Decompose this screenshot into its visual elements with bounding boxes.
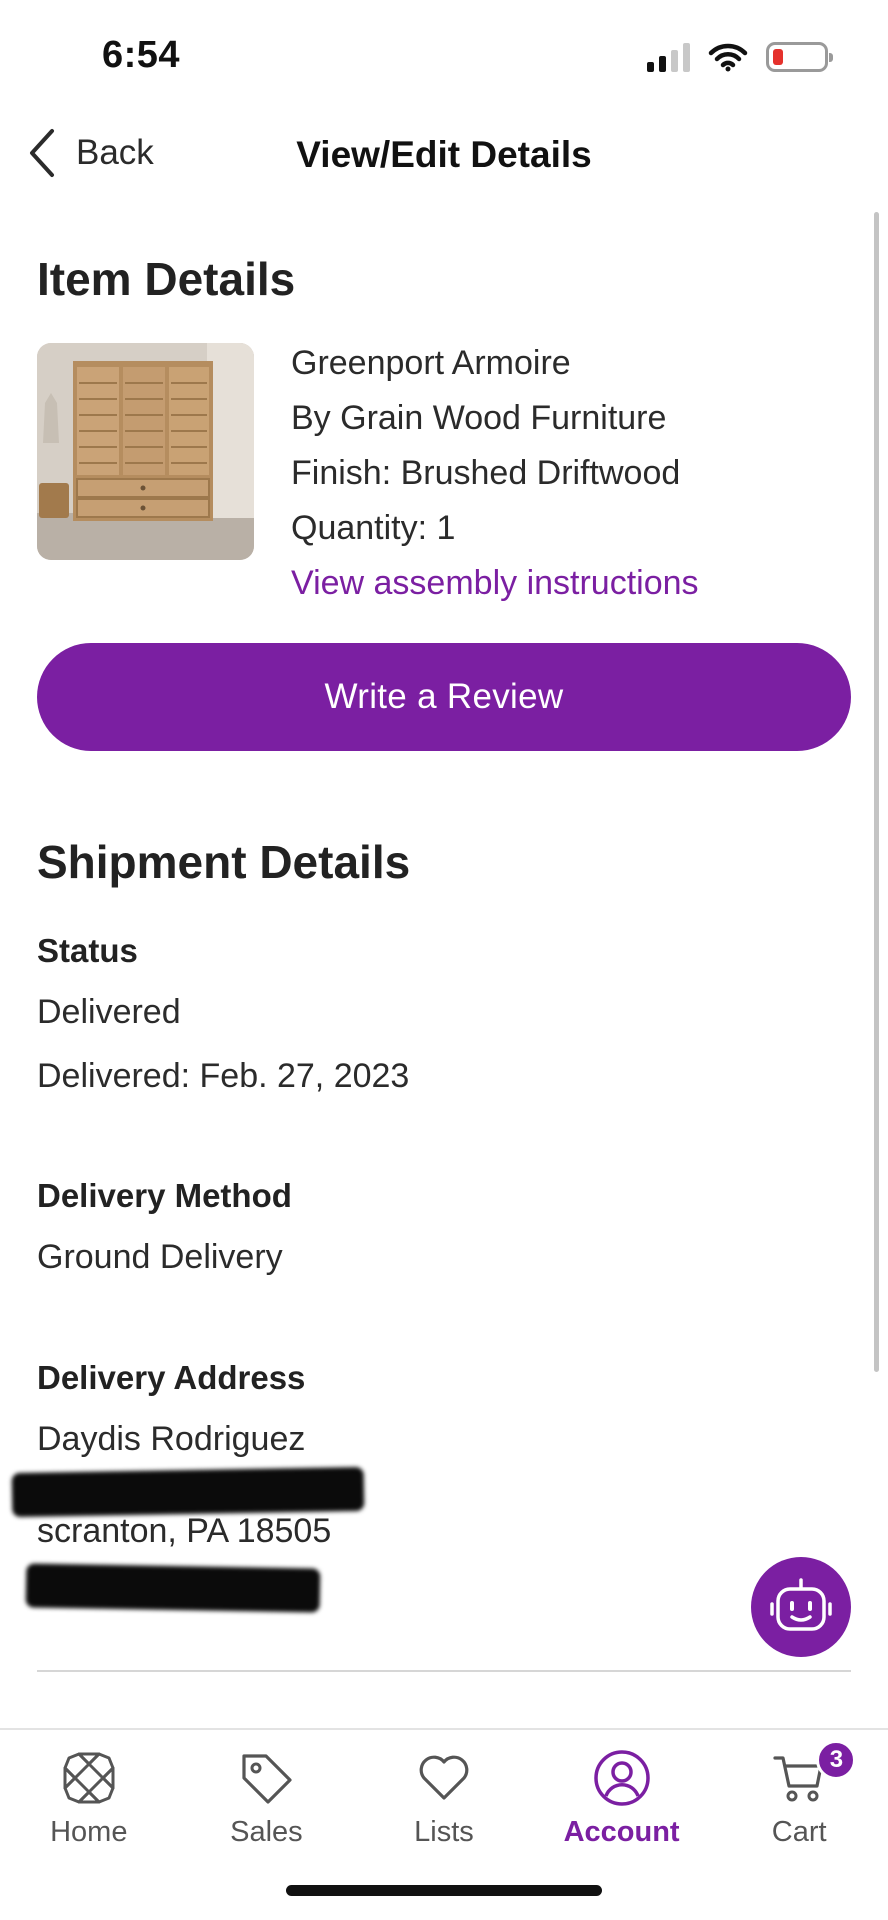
status-value: Delivered <box>37 993 181 1031</box>
status-bar: 6:54 <box>0 0 888 118</box>
scrollbar[interactable] <box>874 212 879 1372</box>
tab-cart[interactable]: 3 Cart <box>710 1730 888 1878</box>
tab-bar: Home Sales Lists Account 3 Cart <box>0 1728 888 1878</box>
content-divider <box>37 1670 851 1672</box>
assembly-instructions-link[interactable]: View assembly instructions <box>291 560 699 606</box>
item-info: Greenport Armoire By Grain Wood Furnitur… <box>291 340 699 606</box>
tab-lists[interactable]: Lists <box>355 1730 533 1878</box>
delivery-method-label: Delivery Method <box>37 1177 292 1214</box>
status-time: 6:54 <box>102 34 181 76</box>
page-title: View/Edit Details <box>296 134 592 175</box>
account-icon <box>593 1750 650 1806</box>
delivered-date: Delivered: Feb. 27, 2023 <box>37 1057 410 1095</box>
battery-icon <box>766 42 833 72</box>
write-review-button[interactable]: Write a Review <box>37 643 851 751</box>
wifi-icon <box>708 43 748 72</box>
tab-sales[interactable]: Sales <box>178 1730 356 1878</box>
redacted-phone <box>25 1563 321 1613</box>
home-icon <box>63 1752 115 1804</box>
product-brand: By Grain Wood Furniture <box>291 399 667 437</box>
tag-icon <box>242 1754 292 1804</box>
tab-sales-label: Sales <box>230 1816 303 1848</box>
delivery-method-value: Ground Delivery <box>37 1238 283 1276</box>
tab-lists-label: Lists <box>414 1816 474 1848</box>
heart-icon <box>419 1755 469 1800</box>
tab-home-label: Home <box>50 1816 128 1848</box>
item-details-title: Item Details <box>37 253 296 305</box>
home-indicator[interactable] <box>286 1885 602 1896</box>
tab-account[interactable]: Account <box>533 1730 711 1878</box>
delivery-address-label: Delivery Address <box>37 1359 306 1396</box>
address-city: scranton, PA 18505 <box>37 1512 332 1550</box>
shipment-details-title: Shipment Details <box>37 836 411 888</box>
cart-count-badge: 3 <box>816 1740 857 1780</box>
product-finish: Finish: Brushed Driftwood <box>291 454 681 492</box>
tab-account-label: Account <box>563 1816 680 1848</box>
product-image[interactable] <box>37 343 254 560</box>
product-quantity: Quantity: 1 <box>291 509 456 547</box>
tab-home[interactable]: Home <box>0 1730 178 1878</box>
address-name: Daydis Rodriguez <box>37 1420 306 1458</box>
nav-header: Back View/Edit Details <box>0 118 888 200</box>
status-label: Status <box>37 932 138 969</box>
tab-cart-label: Cart <box>771 1816 827 1848</box>
status-icons <box>647 42 833 72</box>
product-name[interactable]: Greenport Armoire <box>291 340 699 395</box>
cellular-signal-icon <box>647 42 690 72</box>
chat-assistant-button[interactable] <box>751 1557 851 1657</box>
robot-icon <box>770 1578 832 1631</box>
armoire-image <box>37 343 254 560</box>
redacted-street <box>11 1466 365 1518</box>
